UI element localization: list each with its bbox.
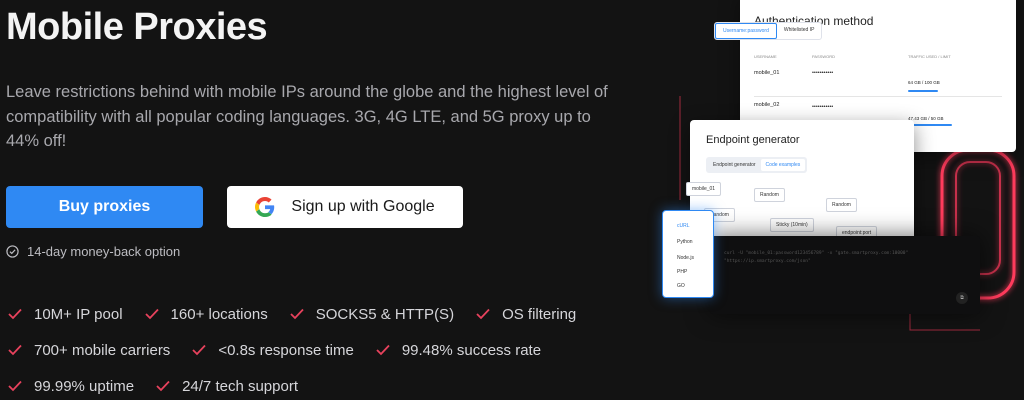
lang-item[interactable]: GO [677, 283, 685, 289]
feature-item: 10M+ IP pool [8, 306, 123, 323]
dashboard-illustration: Authentication method Username:password … [640, 0, 1024, 400]
tab-endpoint-generator[interactable]: Endpoint generator [708, 159, 761, 171]
feature-label: 10M+ IP pool [34, 305, 123, 323]
google-signup-label: Sign up with Google [291, 198, 435, 215]
col-header: TRAFFIC USED / LIMIT [908, 54, 951, 59]
feature-item: 24/7 tech support [156, 378, 298, 395]
check-icon [8, 344, 22, 356]
feature-item: SOCKS5 & HTTP(S) [290, 306, 454, 323]
isp-select[interactable]: Random [826, 198, 857, 212]
feature-label: <0.8s response time [218, 341, 354, 359]
buy-proxies-label: Buy proxies [58, 198, 151, 215]
auth-pass: ••••••••••• [812, 70, 834, 76]
google-signup-button[interactable]: Sign up with Google [227, 186, 463, 228]
auth-usage: 47.43 GB / 50 GB [908, 116, 944, 121]
lang-item[interactable]: Node.js [677, 255, 694, 261]
money-back-note: 14-day money-back option [6, 244, 180, 259]
check-icon [8, 308, 22, 320]
feature-item: 700+ mobile carriers [8, 342, 170, 359]
tab-username-password[interactable]: Username:password [715, 23, 777, 39]
lang-item[interactable]: Python [677, 239, 693, 245]
auth-usage: 64 GB / 100 GB [908, 80, 940, 85]
feature-list: 10M+ IP pool 160+ locations SOCKS5 & HTT… [8, 296, 598, 400]
feature-item: <0.8s response time [192, 342, 354, 359]
location-select[interactable]: Random [754, 188, 785, 202]
code-snippet: curl -U "mobile_01:password123456789" -x… [724, 250, 908, 266]
feature-label: 99.48% success rate [401, 341, 542, 359]
feature-label: SOCKS5 & HTTP(S) [315, 305, 455, 323]
usage-bar [908, 90, 938, 92]
feature-item: OS filtering [476, 306, 576, 323]
language-list: cURL Python Node.js PHP GO [662, 210, 714, 298]
feature-row: 99.99% uptime 24/7 tech support [8, 368, 598, 400]
endpoint-card-title: Endpoint generator [706, 134, 800, 146]
tab-code-examples[interactable]: Code examples [760, 159, 806, 171]
user-select[interactable]: mobile_01 [686, 182, 722, 196]
auth-tabs: Username:password Whitelisted IP [714, 22, 823, 40]
feature-label: 700+ mobile carriers [34, 341, 171, 359]
feature-label: 24/7 tech support [182, 377, 298, 395]
code-line: "https://ip.smartproxy.com/json" [724, 259, 811, 264]
col-header: USERNAME [754, 54, 777, 59]
check-icon [290, 308, 304, 320]
check-icon [8, 380, 22, 392]
code-terminal: curl -U "mobile_01:password123456789" -x… [710, 236, 980, 314]
feature-row: 700+ mobile carriers <0.8s response time… [8, 332, 598, 368]
hero-description: Leave restrictions behind with mobile IP… [6, 83, 608, 150]
row-divider [754, 96, 1002, 97]
check-icon [156, 380, 170, 392]
lang-item[interactable]: cURL [677, 223, 690, 229]
code-line: curl -U "mobile_01:password123456789" -x… [724, 251, 909, 256]
check-circle-icon [6, 245, 19, 258]
endpoint-tabs: Endpoint generator Code examples [706, 157, 808, 173]
tab-whitelisted-ip[interactable]: Whitelisted IP [777, 23, 822, 39]
buy-proxies-button[interactable]: Buy proxies [6, 186, 203, 228]
feature-item: 99.99% uptime [8, 378, 134, 395]
check-icon [192, 344, 206, 356]
money-back-text: 14-day money-back option [27, 244, 181, 259]
auth-user: mobile_01 [754, 70, 780, 76]
copy-icon[interactable]: ⧉ [956, 292, 968, 304]
google-icon [255, 197, 275, 217]
auth-pass: ••••••••••• [812, 104, 834, 110]
col-header: PASSWORD [812, 54, 836, 59]
session-type-select[interactable]: Sticky (10min) [770, 218, 814, 232]
feature-item: 160+ locations [144, 305, 268, 323]
feature-label: 99.99% uptime [34, 377, 135, 395]
check-icon [376, 344, 390, 356]
feature-label: 160+ locations [170, 305, 268, 323]
page-title: Mobile Proxies [6, 6, 268, 48]
auth-user: mobile_02 [754, 102, 780, 108]
check-icon [476, 308, 490, 320]
feature-row: 10M+ IP pool 160+ locations SOCKS5 & HTT… [8, 296, 598, 332]
lang-item[interactable]: PHP [677, 269, 687, 275]
feature-item: 99.48% success rate [376, 342, 541, 359]
usage-bar [908, 124, 952, 126]
check-icon [144, 308, 159, 320]
feature-label: OS filtering [502, 305, 577, 323]
